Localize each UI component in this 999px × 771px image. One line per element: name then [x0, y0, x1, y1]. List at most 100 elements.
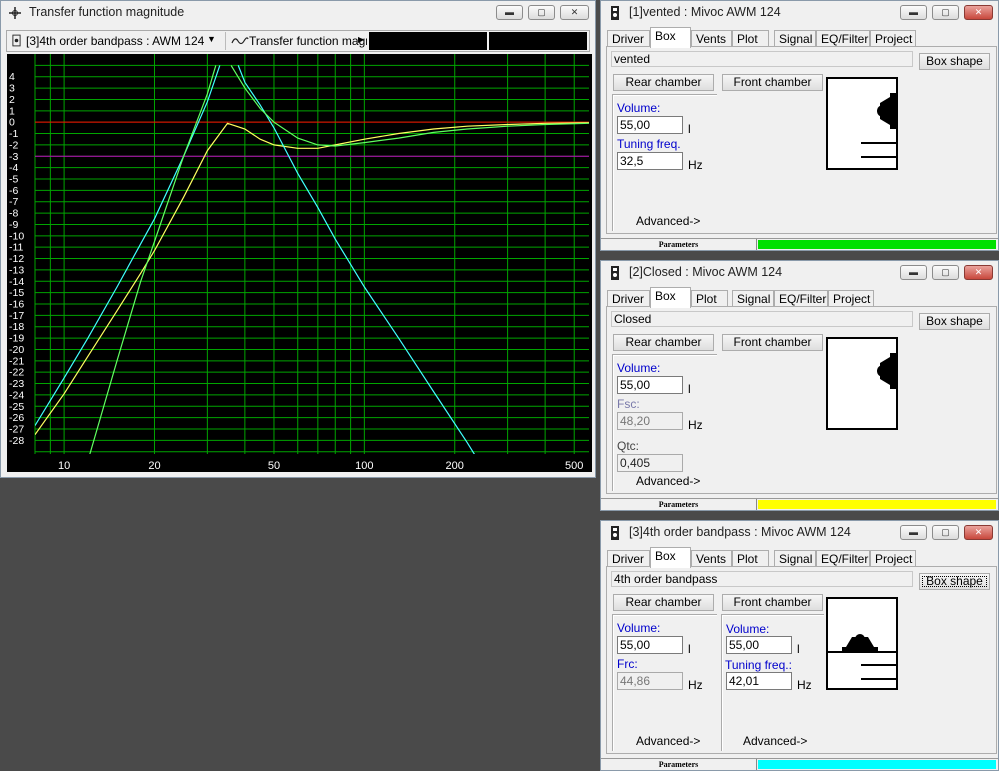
tuning-freq-input[interactable]: 32,5 [617, 152, 683, 170]
y-tick-label: -2 [9, 139, 18, 151]
closed-box-window: [2]Closed : Mivoc AWM 124 ▬ ▢ ✕ Driver B… [600, 260, 999, 511]
title-bar[interactable]: Transfer function magnitude ▬ ▢ ✕ [1, 1, 595, 27]
box-shape-diagram [826, 337, 898, 430]
tab-signal[interactable]: Signal [774, 30, 816, 47]
arrow-right-icon: ▶ [358, 35, 365, 44]
minimize-button[interactable]: ▬ [900, 265, 927, 280]
advanced-link[interactable]: Advanced-> [636, 214, 700, 228]
minimize-button[interactable]: ▬ [900, 525, 927, 540]
volume-label: Volume: [617, 361, 661, 375]
title-bar[interactable]: [1]vented : Mivoc AWM 124 ▬ ▢ ✕ [601, 1, 998, 27]
bandpass-box-drawing [828, 634, 896, 680]
plot-area[interactable]: 4 3 2 1 0 -1 -2 -3 -4 -5 -6 -7 -8 -9 -10 -11 -12 -13 -14 -1… [7, 54, 592, 472]
volume-input[interactable]: 55,00 [617, 376, 683, 394]
tab-vents[interactable]: Vents [691, 550, 732, 567]
y-tick-label: -7 [9, 196, 18, 208]
rear-chamber-button[interactable]: Rear chamber [613, 334, 714, 351]
y-tick-label: -10 [9, 230, 24, 242]
tab-driver[interactable]: Driver [607, 550, 650, 567]
tab-project[interactable]: Project [870, 30, 916, 47]
speaker-icon [611, 266, 619, 280]
qtc-value: 0,405 [617, 454, 683, 472]
y-tick-label: -12 [9, 253, 24, 265]
y-tick-label: -9 [9, 219, 18, 231]
tab-box[interactable]: Box [650, 547, 691, 568]
minimize-button[interactable]: ▬ [900, 5, 927, 20]
box-tab-content: 4th order bandpass Box shape Rear chambe… [606, 566, 997, 754]
front-volume-label: Volume: [726, 622, 770, 636]
y-tick-label: 4 [9, 71, 15, 83]
maximize-button[interactable]: ▢ [528, 5, 555, 20]
tuning-freq-unit: Hz [688, 158, 703, 172]
box-shape-button[interactable]: Box shape [919, 53, 990, 70]
rear-volume-input[interactable]: 55,00 [617, 636, 683, 654]
volume-input[interactable]: 55,00 [617, 116, 683, 134]
front-chamber-button[interactable]: Front chamber [722, 74, 823, 91]
box-selector[interactable]: [3]4th order bandpass : AWM 124 ▼ [9, 32, 220, 50]
box-shape-button[interactable]: Box shape [919, 573, 990, 590]
box-name-field[interactable]: vented [611, 51, 913, 67]
x-tick-label: 500 [565, 460, 583, 472]
tab-driver[interactable]: Driver [607, 290, 650, 307]
y-tick-label: 0 [9, 117, 15, 129]
tab-eq-filter[interactable]: EQ/Filter [816, 550, 870, 567]
tab-project[interactable]: Project [870, 550, 916, 567]
maximize-button[interactable]: ▢ [932, 525, 959, 540]
tab-plot[interactable]: Plot [732, 550, 769, 567]
minimize-button[interactable]: ▬ [496, 5, 523, 20]
tab-eq-filter[interactable]: EQ/Filter [774, 290, 828, 307]
y-tick-label: -22 [9, 367, 24, 379]
maximize-button[interactable]: ▢ [932, 265, 959, 280]
y-tick-label: -8 [9, 208, 18, 220]
rear-chamber-group: Volume: 55,00 l Tuning freq. 32,5 Hz Adv… [612, 94, 717, 231]
y-tick-label: -15 [9, 287, 24, 299]
toolbar-black-field-2 [489, 32, 587, 50]
tab-project[interactable]: Project [828, 290, 874, 307]
front-tuning-freq-label: Tuning freq.: [725, 658, 792, 672]
tab-eq-filter[interactable]: EQ/Filter [816, 30, 870, 47]
y-tick-label: 3 [9, 83, 15, 95]
x-tick-label: 10 [58, 460, 70, 472]
box-name-field[interactable]: 4th order bandpass [611, 571, 913, 587]
rear-chamber-button[interactable]: Rear chamber [613, 74, 714, 91]
y-tick-label: -23 [9, 378, 24, 390]
volume-label: Volume: [617, 101, 661, 115]
title-bar[interactable]: [3]4th order bandpass : Mivoc AWM 124 ▬ … [601, 521, 998, 547]
close-button[interactable]: ✕ [560, 5, 589, 20]
speaker-icon [611, 6, 619, 20]
y-tick-label: -16 [9, 299, 24, 311]
transfer-function-chart[interactable]: 43210-1-2-3-4-5-6-7-8-9-10-11-12-13-14-1… [7, 54, 592, 472]
tab-box[interactable]: Box [650, 287, 691, 308]
front-advanced-link[interactable]: Advanced-> [743, 734, 807, 748]
tab-signal[interactable]: Signal [774, 550, 816, 567]
close-button[interactable]: ✕ [964, 525, 993, 540]
close-button[interactable]: ✕ [964, 5, 993, 20]
box-shape-button[interactable]: Box shape [919, 313, 990, 330]
tuning-freq-label: Tuning freq. [617, 137, 681, 151]
box-name-field[interactable]: Closed [611, 311, 913, 327]
rear-chamber-button[interactable]: Rear chamber [613, 594, 714, 611]
title-bar[interactable]: [2]Closed : Mivoc AWM 124 ▬ ▢ ✕ [601, 261, 998, 287]
tab-signal[interactable]: Signal [732, 290, 774, 307]
advanced-link[interactable]: Advanced-> [636, 474, 700, 488]
plot-window-icon [9, 7, 21, 19]
dropdown-arrow-icon: ▼ [207, 34, 216, 44]
tab-vents[interactable]: Vents [691, 30, 732, 47]
y-tick-label: -24 [9, 389, 24, 401]
tab-plot[interactable]: Plot [732, 30, 769, 47]
plot-type-selector[interactable]: Transfer function magn ▶ [225, 32, 367, 50]
front-volume-input[interactable]: 55,00 [726, 636, 792, 654]
front-chamber-button[interactable]: Front chamber [722, 334, 823, 351]
y-tick-label: -13 [9, 264, 24, 276]
tab-plot[interactable]: Plot [691, 290, 728, 307]
front-tuning-freq-input[interactable]: 42,01 [726, 672, 792, 690]
y-tick-label: -11 [9, 242, 24, 254]
maximize-button[interactable]: ▢ [932, 5, 959, 20]
front-chamber-button[interactable]: Front chamber [722, 594, 823, 611]
close-button[interactable]: ✕ [964, 265, 993, 280]
y-tick-label: -17 [9, 310, 24, 322]
rear-advanced-link[interactable]: Advanced-> [636, 734, 700, 748]
tab-driver[interactable]: Driver [607, 30, 650, 47]
vented-box-window: [1]vented : Mivoc AWM 124 ▬ ▢ ✕ Driver B… [600, 0, 999, 251]
tab-box[interactable]: Box [650, 27, 691, 48]
